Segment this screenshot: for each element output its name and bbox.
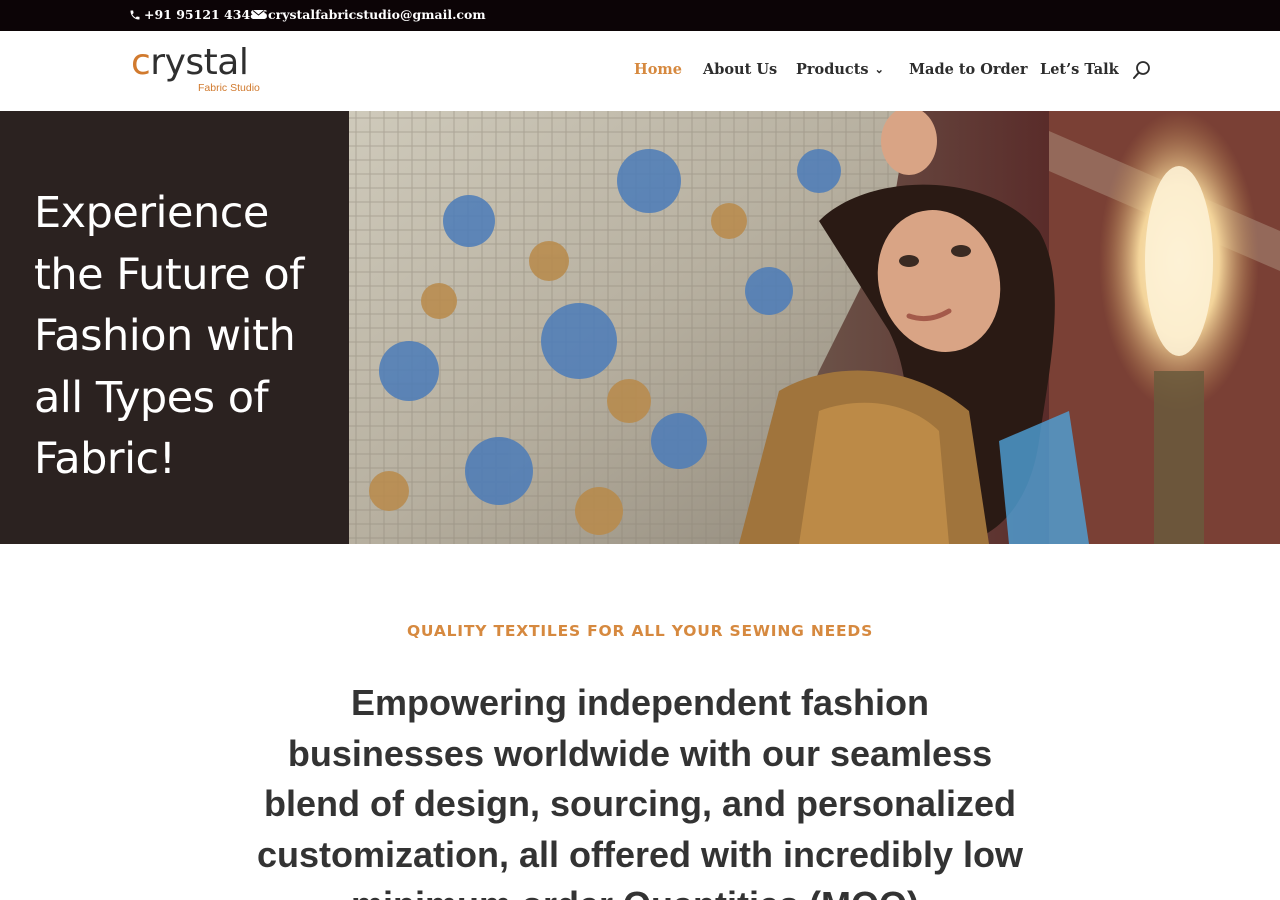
search-icon[interactable] bbox=[1132, 60, 1152, 82]
nav-item-home[interactable]: Home bbox=[634, 61, 682, 78]
email-address: crystalfabricstudio@gmail.com bbox=[268, 7, 486, 22]
nav-item-about-us[interactable]: About Us bbox=[703, 61, 777, 78]
email-contact[interactable]: crystalfabricstudio@gmail.com bbox=[252, 7, 486, 22]
hero-banner: Experience the Future of Fashion with al… bbox=[0, 111, 1280, 544]
nav-item-products[interactable]: Products ⌄ bbox=[796, 61, 884, 78]
brand-wordmark: crystal bbox=[131, 41, 249, 85]
envelope-icon bbox=[252, 10, 265, 19]
brand-name-rest: rystal bbox=[150, 42, 249, 83]
nav-item-made-to-order[interactable]: Made to Order bbox=[909, 61, 1028, 78]
brand-tagline: Fabric Studio bbox=[198, 82, 260, 94]
brand-logo[interactable]: crystal Fabric Studio bbox=[131, 42, 271, 97]
phone-contact[interactable]: +91 95121 43486 bbox=[129, 7, 268, 22]
nav-item-lets-talk[interactable]: Let’s Talk bbox=[1040, 61, 1119, 78]
chevron-down-icon: ⌄ bbox=[874, 63, 884, 76]
hero-heading: Experience the Future of Fashion with al… bbox=[34, 188, 304, 484]
brand-initial: c bbox=[131, 42, 151, 83]
top-bar: +91 95121 43486 crystalfabricstudio@gmai… bbox=[0, 0, 1280, 31]
phone-icon bbox=[130, 10, 140, 19]
site-header: crystal Fabric Studio Home About Us Prod… bbox=[0, 31, 1280, 111]
hero-text-panel: Experience the Future of Fashion with al… bbox=[0, 111, 349, 544]
hero-fashion-photo bbox=[349, 111, 1280, 544]
phone-number: +91 95121 43486 bbox=[144, 7, 268, 22]
section-eyebrow: QUALITY TEXTILES FOR ALL YOUR SEWING NEE… bbox=[406, 622, 874, 640]
section-headline: Empowering independent fashion businesse… bbox=[256, 682, 1024, 900]
nav-item-products-label: Products bbox=[796, 61, 869, 78]
